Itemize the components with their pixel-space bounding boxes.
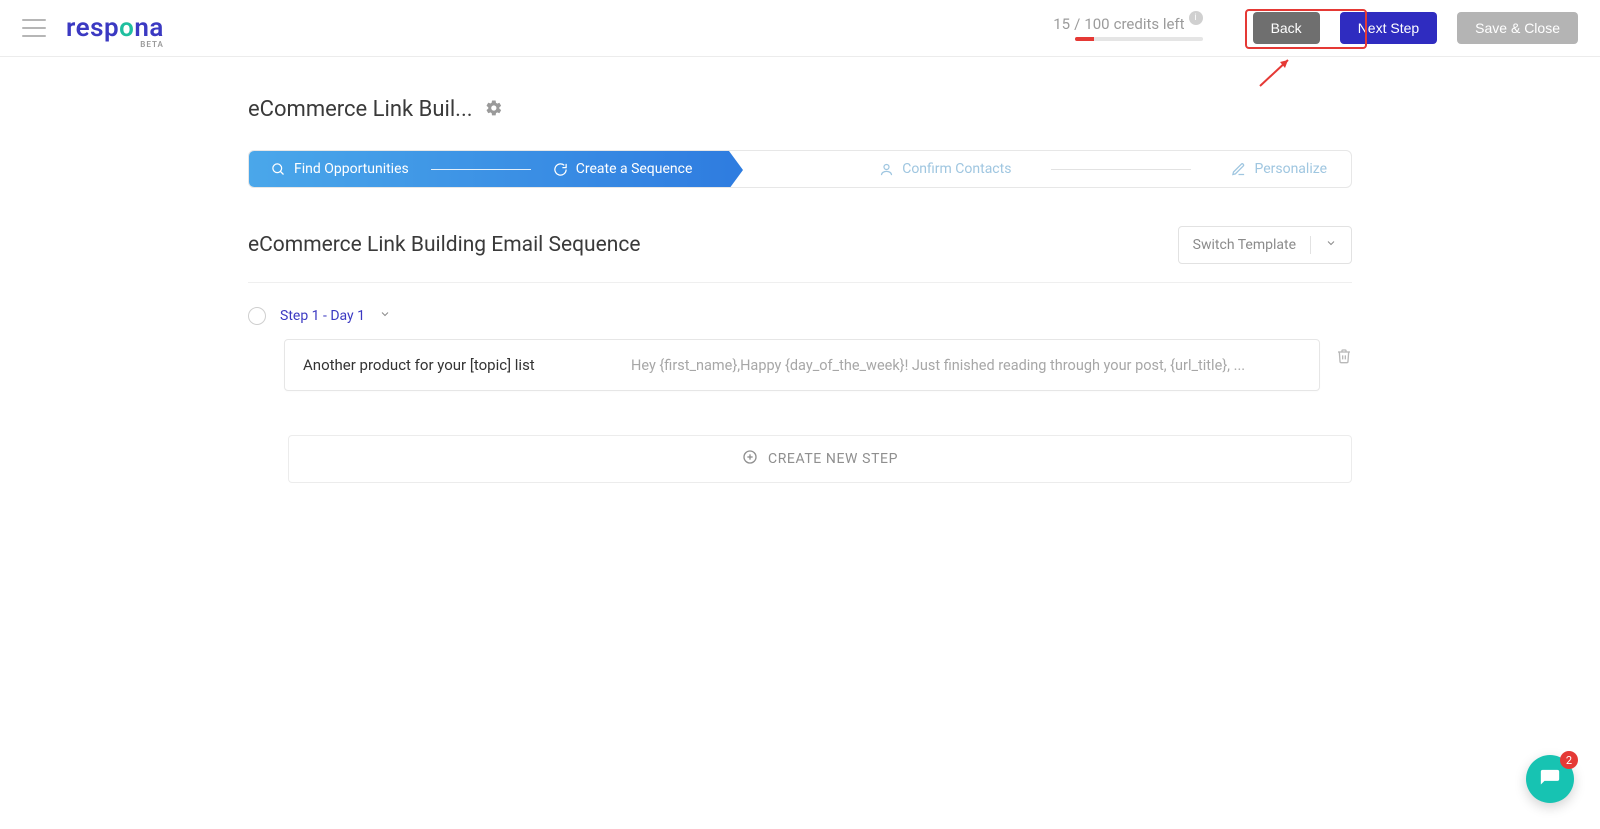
step-create-sequence[interactable]: Create a Sequence <box>553 161 693 177</box>
credits-label: credits left <box>1114 15 1185 33</box>
step-personalize[interactable]: Personalize <box>1231 161 1327 177</box>
step-radio-icon[interactable] <box>248 307 266 325</box>
email-preview: Hey {first_name},Happy {day_of_the_week}… <box>631 357 1245 374</box>
top-bar: respona BETA 15/100 credits left i Back … <box>0 0 1600 57</box>
step-label: Find Opportunities <box>294 161 409 177</box>
step-confirm-contacts[interactable]: Confirm Contacts <box>879 161 1011 177</box>
sequence-icon <box>553 162 568 177</box>
campaign-title: eCommerce Link Buil... <box>248 97 473 122</box>
credits-used: 15 <box>1053 15 1070 33</box>
chevron-down-icon <box>379 308 391 324</box>
campaign-header: eCommerce Link Buil... <box>248 97 1352 150</box>
switch-template-dropdown[interactable]: Switch Template <box>1178 226 1352 264</box>
gear-icon[interactable] <box>485 99 503 121</box>
personalize-icon <box>1231 162 1246 177</box>
switch-template-label: Switch Template <box>1193 237 1296 253</box>
main-content: eCommerce Link Buil... Find Opportunitie… <box>248 57 1352 483</box>
save-close-button[interactable]: Save & Close <box>1457 12 1578 44</box>
credits-total: 100 <box>1084 15 1109 33</box>
create-new-step-button[interactable]: CREATE NEW STEP <box>288 435 1352 483</box>
plus-circle-icon <box>742 449 758 469</box>
sequence-step-header[interactable]: Step 1 - Day 1 <box>248 307 1352 325</box>
contacts-icon <box>879 162 894 177</box>
chat-badge: 2 <box>1560 751 1578 769</box>
chevron-down-icon <box>1325 237 1337 253</box>
back-button[interactable]: Back <box>1253 12 1320 44</box>
sequence-title: eCommerce Link Building Email Sequence <box>248 233 640 257</box>
sequence-step-label: Step 1 - Day 1 <box>280 308 365 324</box>
workflow-stepper: Find Opportunities Create a Sequence Con… <box>248 150 1352 188</box>
logo[interactable]: respona BETA <box>66 13 164 43</box>
credits-indicator: 15/100 credits left i <box>1053 15 1202 41</box>
info-icon[interactable]: i <box>1189 11 1203 25</box>
email-subject: Another product for your [topic] list <box>303 356 603 374</box>
create-new-step-label: CREATE NEW STEP <box>768 451 898 467</box>
credits-progress-bar <box>1075 37 1203 41</box>
logo-beta-badge: BETA <box>140 40 164 49</box>
step-label: Create a Sequence <box>576 161 693 177</box>
step-label: Personalize <box>1254 161 1327 177</box>
hamburger-menu-icon[interactable] <box>22 19 46 37</box>
chat-icon <box>1539 768 1561 790</box>
section-header: eCommerce Link Building Email Sequence S… <box>248 226 1352 283</box>
sequence-step: Step 1 - Day 1 Another product for your … <box>248 307 1352 483</box>
step-find-opportunities[interactable]: Find Opportunities <box>271 161 409 177</box>
search-icon <box>271 162 286 177</box>
step-label: Confirm Contacts <box>902 161 1011 177</box>
chat-widget[interactable]: 2 <box>1526 755 1574 803</box>
trash-icon[interactable] <box>1336 348 1352 368</box>
email-card[interactable]: Another product for your [topic] list He… <box>284 339 1320 391</box>
stepper-active-segment: Find Opportunities Create a Sequence <box>249 151 729 187</box>
next-step-button[interactable]: Next Step <box>1340 12 1437 44</box>
